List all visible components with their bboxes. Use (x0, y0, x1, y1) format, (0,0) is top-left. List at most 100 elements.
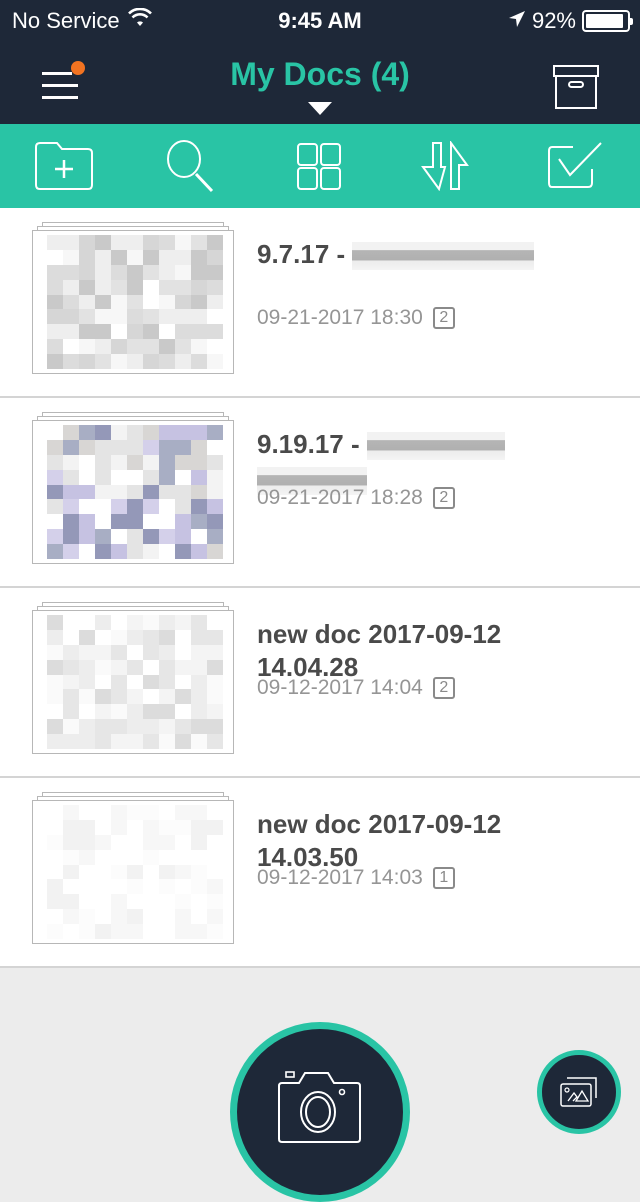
thumbnail-pixel (207, 909, 223, 925)
thumbnail-pixel (79, 805, 95, 820)
page-count-badge: 2 (432, 677, 455, 699)
thumbnail-pixel (111, 529, 127, 545)
thumbnail-pixel (63, 235, 79, 250)
thumbnail-pixel (143, 425, 159, 440)
select-button[interactable] (536, 124, 616, 208)
thumbnail-pixel (191, 704, 207, 720)
thumbnail-pixel (47, 894, 63, 910)
thumbnail-pixel (159, 924, 175, 939)
grid-view-button[interactable] (280, 124, 360, 208)
dropdown-caret-icon[interactable] (308, 102, 332, 115)
page-count-badge: 1 (432, 867, 455, 889)
page-title[interactable]: My Docs (4) (0, 56, 640, 93)
thumbnail-pixel (95, 659, 111, 675)
thumbnail-pixel (159, 499, 175, 515)
thumbnail-pixel (79, 894, 95, 910)
thumbnail-pixel (159, 864, 175, 880)
document-date: 09-12-2017 14:04 (257, 676, 423, 699)
document-row[interactable]: new doc 2017-09-12 14.04.28 09-12-2017 1… (0, 588, 640, 778)
thumbnail-pixel (191, 354, 207, 369)
thumbnail-pixel (143, 454, 159, 470)
thumbnail-pixel (63, 719, 79, 735)
thumbnail-pixel (127, 864, 143, 880)
gallery-import-button[interactable] (537, 1050, 621, 1134)
thumbnail-pixel (63, 909, 79, 925)
document-row[interactable]: 9.19.17 - 09-21-2017 18:28 2 (0, 398, 640, 588)
thumbnail-pixel (175, 719, 191, 735)
thumbnail-pixel (159, 849, 175, 865)
search-button[interactable] (152, 124, 232, 208)
thumbnail-pixel (95, 719, 111, 735)
thumbnail-pixel (127, 805, 143, 820)
thumbnail-pixel (111, 689, 127, 705)
thumbnail-pixel (175, 849, 191, 865)
thumbnail-pixel (127, 924, 143, 939)
thumbnail-pixel (79, 469, 95, 485)
thumbnail-pixel (207, 484, 223, 500)
thumbnail-pixel (175, 734, 191, 749)
thumbnail-pixel (159, 309, 175, 325)
thumbnail-pixel (95, 529, 111, 545)
thumbnail-pixel (79, 719, 95, 735)
thumbnail-pixel (191, 309, 207, 325)
thumbnail-pixel (175, 264, 191, 280)
thumbnail-pixel (79, 834, 95, 850)
thumbnail-pixel (111, 469, 127, 485)
thumbnail-pixel (63, 279, 79, 295)
search-icon (167, 140, 214, 193)
thumbnail-pixel (79, 529, 95, 545)
thumbnail-pixel (175, 615, 191, 630)
thumbnail-pixel (95, 354, 111, 369)
thumbnail-pixel (143, 339, 159, 355)
thumbnail-pixel (63, 454, 79, 470)
thumbnail-pixel (175, 499, 191, 515)
thumbnail-pixel (191, 659, 207, 675)
thumbnail-pixel (63, 879, 79, 895)
thumbnail-pixel (95, 734, 111, 749)
thumbnail-pixel (47, 499, 63, 515)
thumbnail-pixel (111, 659, 127, 675)
sort-button[interactable] (408, 124, 488, 208)
thumbnail-pixel (207, 235, 223, 250)
thumbnail-pixel (159, 615, 175, 630)
battery-percent: 92% (531, 8, 576, 33)
thumbnail-pixel (95, 339, 111, 355)
thumbnail-pixel (175, 629, 191, 645)
thumbnail-pixel (63, 924, 79, 939)
thumbnail-pixel (47, 644, 63, 660)
thumbnail-pixel (191, 279, 207, 295)
thumbnail-pixel (47, 279, 63, 295)
thumbnail-pixels (47, 235, 223, 369)
document-row[interactable]: new doc 2017-09-12 14.03.50 09-12-2017 1… (0, 778, 640, 968)
thumbnail-pixel (175, 324, 191, 340)
thumbnail-pixel (207, 704, 223, 720)
thumbnail-pixel (111, 674, 127, 690)
thumbnail-pixel (95, 249, 111, 265)
thumbnail-pixel (111, 484, 127, 500)
new-folder-button[interactable] (24, 124, 104, 208)
thumbnail-pixel (159, 469, 175, 485)
thumbnail-pixel (159, 734, 175, 749)
thumbnail-pixel (207, 249, 223, 265)
thumbnail-pixel (207, 499, 223, 515)
thumbnail-pixel (207, 425, 223, 440)
thumbnail-pixel (63, 249, 79, 265)
document-row[interactable]: 9.7.17 - 09-21-2017 18:30 2 (0, 208, 640, 398)
thumbnail-pixel (127, 425, 143, 440)
thumbnail-pixel (111, 264, 127, 280)
thumbnail-pixel (159, 439, 175, 455)
thumbnail-pixel (207, 819, 223, 835)
thumbnail-pixel (47, 834, 63, 850)
location-arrow-icon (508, 8, 526, 34)
thumbnail-pixel (207, 894, 223, 910)
thumbnail-pixel (143, 894, 159, 910)
thumbnail-pixel (127, 879, 143, 895)
thumbnail-pixel (207, 924, 223, 939)
thumbnail-pixel (207, 339, 223, 355)
thumbnail-pixel (143, 324, 159, 340)
thumbnail-pixel (143, 499, 159, 515)
thumbnail-pixel (175, 834, 191, 850)
archive-button[interactable] (552, 64, 602, 110)
camera-button[interactable] (230, 1022, 410, 1202)
thumbnail-pixel (79, 615, 95, 630)
